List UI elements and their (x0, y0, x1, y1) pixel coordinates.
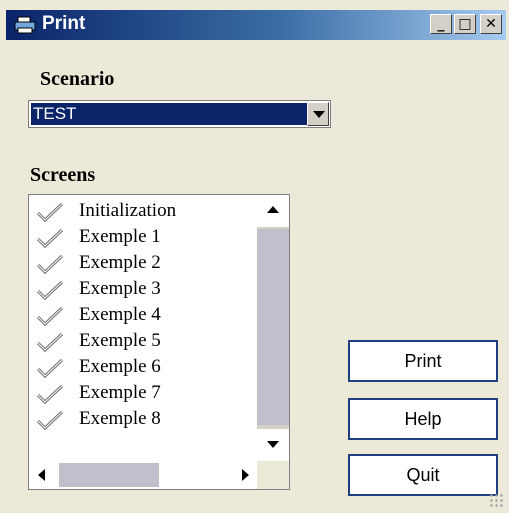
screens-list: Initialization Exemple 1 Exemple 2 Exemple … (29, 199, 259, 433)
list-item[interactable]: Exemple 2 (29, 251, 259, 277)
resize-grip[interactable] (489, 493, 505, 509)
list-item[interactable]: Exemple 1 (29, 225, 259, 251)
list-item[interactable]: Exemple 6 (29, 355, 259, 381)
chevron-down-icon (313, 111, 325, 118)
list-item[interactable]: Exemple 4 (29, 303, 259, 329)
list-item-label: Exemple 1 (79, 226, 161, 247)
arrow-right-icon (242, 469, 249, 481)
checkmark-icon[interactable] (35, 227, 65, 251)
print-button[interactable]: Print (348, 340, 498, 382)
scenario-selected-value[interactable]: TEST (31, 103, 313, 125)
close-button[interactable]: ✕ (480, 14, 502, 34)
list-item-label: Exemple 7 (79, 382, 161, 403)
vertical-scroll-thumb[interactable] (257, 229, 289, 425)
checkmark-icon[interactable] (35, 253, 65, 277)
list-item[interactable]: Exemple 7 (29, 381, 259, 407)
arrow-down-icon (267, 441, 279, 448)
scroll-down-button[interactable] (257, 429, 289, 461)
horizontal-scroll-thumb[interactable] (59, 463, 159, 487)
window-title: Print (42, 13, 86, 34)
quit-button[interactable]: Quit (348, 454, 498, 496)
print-dialog: Print _ □ ✕ Scenario TEST Screens Initia… (0, 0, 511, 515)
checkmark-icon[interactable] (35, 357, 65, 381)
dropdown-button[interactable] (307, 102, 329, 126)
arrow-left-icon (38, 469, 45, 481)
list-item[interactable]: Exemple 5 (29, 329, 259, 355)
title-bar[interactable]: Print _ □ ✕ (6, 10, 506, 40)
scroll-up-button[interactable] (257, 195, 289, 227)
list-item-label: Exemple 3 (79, 278, 161, 299)
checkmark-icon[interactable] (35, 305, 65, 329)
list-item-label: Exemple 8 (79, 408, 161, 429)
scenario-label: Scenario (40, 68, 115, 90)
scroll-right-button[interactable] (231, 461, 259, 489)
list-item[interactable]: Exemple 3 (29, 277, 259, 303)
list-item[interactable]: Exemple 8 (29, 407, 259, 433)
vertical-scrollbar[interactable] (257, 195, 289, 461)
scenario-dropdown[interactable]: TEST (28, 100, 331, 128)
screens-listbox[interactable]: Initialization Exemple 1 Exemple 2 Exemple … (28, 194, 290, 490)
checkmark-icon[interactable] (35, 201, 65, 225)
list-item-label: Exemple 5 (79, 330, 161, 351)
horizontal-scrollbar[interactable] (29, 461, 259, 489)
checkmark-icon[interactable] (35, 279, 65, 303)
scrollbar-corner (257, 461, 289, 489)
list-item-label: Exemple 4 (79, 304, 161, 325)
list-item-label: Exemple 6 (79, 356, 161, 377)
checkmark-icon[interactable] (35, 331, 65, 355)
maximize-button[interactable]: □ (454, 14, 476, 34)
list-item-label: Initialization (79, 200, 177, 221)
scroll-left-button[interactable] (29, 461, 57, 489)
arrow-up-icon (267, 206, 279, 213)
list-item-label: Exemple 2 (79, 252, 161, 273)
checkmark-icon[interactable] (35, 383, 65, 407)
screens-label: Screens (30, 164, 96, 186)
checkmark-icon[interactable] (35, 409, 65, 433)
minimize-button[interactable]: _ (430, 14, 452, 34)
help-button[interactable]: Help (348, 398, 498, 440)
printer-icon (14, 16, 36, 34)
list-item[interactable]: Initialization (29, 199, 259, 225)
